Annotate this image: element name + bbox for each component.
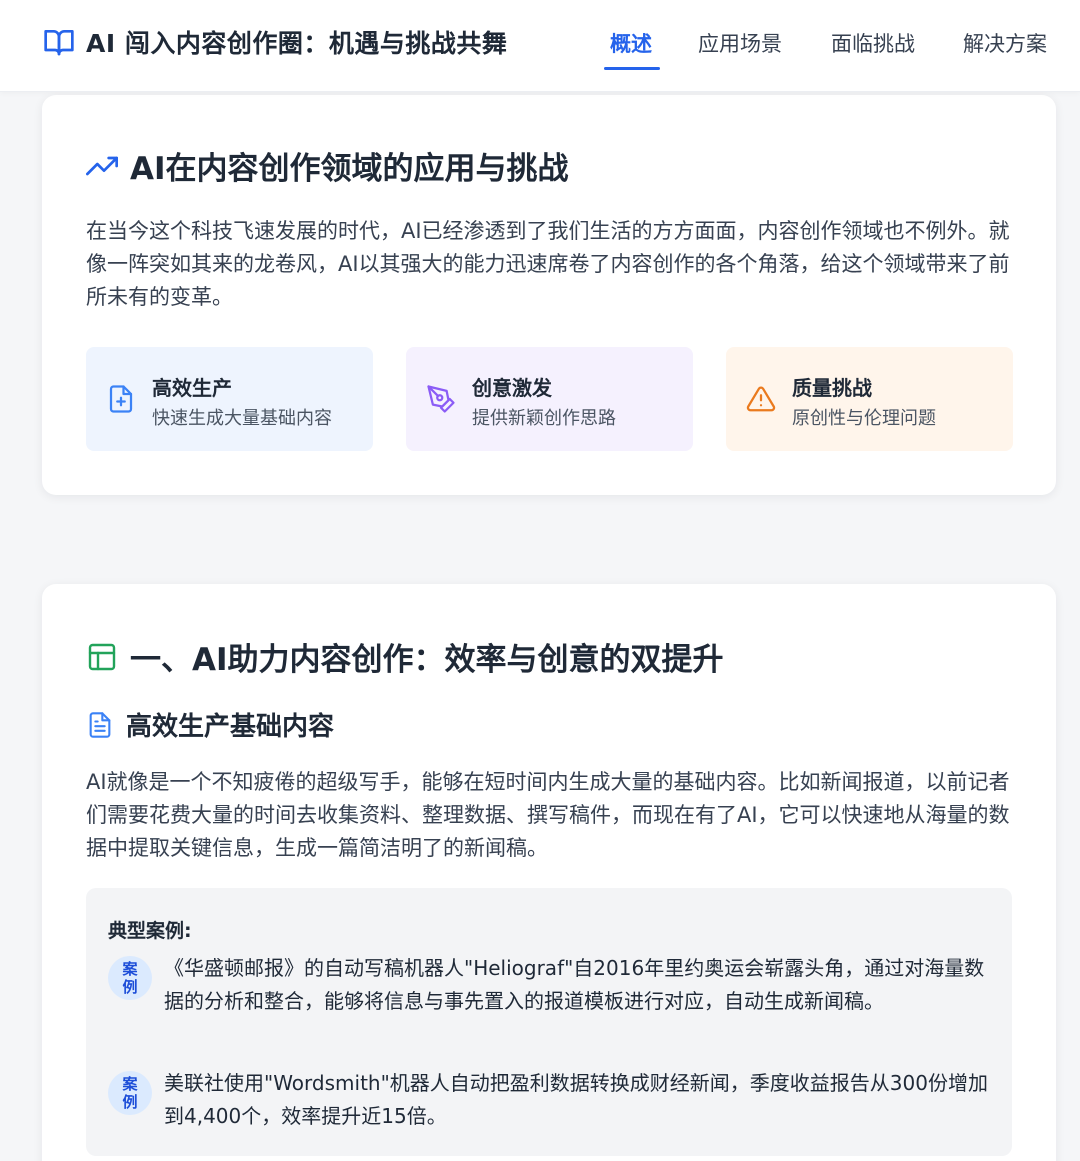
overview-card: AI在内容创作领域的应用与挑战 在当今这个科技飞速发展的时代，AI已经渗透到了我… — [42, 95, 1056, 495]
page-title: AI 闯入内容创作圈：机遇与挑战共舞 — [86, 29, 508, 58]
subsection-heading: 高效生产基础内容 — [86, 706, 334, 743]
feature-card-efficiency[interactable]: 高效生产 快速生成大量基础内容 — [86, 347, 373, 451]
book-open-icon — [44, 30, 74, 56]
feature-title: 高效生产 — [152, 376, 232, 400]
feature-title: 质量挑战 — [792, 376, 872, 400]
section-title: 一、AI助力内容创作：效率与创意的双提升 — [130, 642, 724, 678]
top-header: AI 闯入内容创作圈：机遇与挑战共舞 概述 应用场景 面临挑战 解决方案 — [0, 0, 1080, 92]
section-ai-assist-card: 一、AI助力内容创作：效率与创意的双提升 高效生产基础内容 AI就像是一个不知疲… — [42, 584, 1056, 1161]
brand[interactable]: AI 闯入内容创作圈：机遇与挑战共舞 — [43, 24, 507, 60]
feature-desc: 提供新颖创作思路 — [472, 408, 616, 429]
case-text: 《华盛顿邮报》的自动写稿机器人"Heliograf"自2016年里约奥运会崭露头… — [164, 956, 985, 1013]
trending-up-icon — [86, 156, 118, 175]
file-plus-icon — [109, 385, 133, 413]
nav-solutions[interactable]: 解决方案 — [963, 28, 1047, 58]
layout-icon — [88, 643, 116, 670]
case-heading: 典型案例: — [108, 920, 192, 942]
feature-desc: 原创性与伦理问题 — [792, 408, 936, 429]
feature-card-quality[interactable]: 质量挑战 原创性与伦理问题 — [726, 347, 1013, 451]
feature-title: 创意激发 — [472, 376, 552, 400]
nav-active-indicator — [604, 67, 660, 70]
overview-intro: 在当今这个科技飞速发展的时代，AI已经渗透到了我们生活的方方面面，内容创作领域也… — [86, 219, 1010, 309]
section-heading: 一、AI助力内容创作：效率与创意的双提升 — [86, 634, 724, 679]
overview-title: AI在内容创作领域的应用与挑战 — [130, 151, 569, 187]
nav-overview[interactable]: 概述 — [610, 28, 652, 58]
case-badge: 案例 — [108, 956, 152, 1000]
alert-triangle-icon — [746, 386, 776, 412]
section-body: AI就像是一个不知疲倦的超级写手，能够在短时间内生成大量的基础内容。比如新闻报道… — [86, 770, 1010, 860]
subsection-title: 高效生产基础内容 — [126, 712, 335, 742]
file-text-icon — [89, 711, 111, 738]
case-text: 美联社使用"Wordsmith"机器人自动把盈利数据转换成财经新闻，季度收益报告… — [164, 1071, 988, 1128]
feature-card-creativity[interactable]: 创意激发 提供新颖创作思路 — [406, 347, 693, 451]
case-badge: 案例 — [108, 1071, 152, 1115]
case-study-box: 典型案例: 案例 《华盛顿邮报》的自动写稿机器人"Heliograf"自2016… — [86, 888, 1012, 1156]
nav-challenges[interactable]: 面临挑战 — [831, 28, 915, 58]
nav-scenarios[interactable]: 应用场景 — [698, 28, 782, 58]
overview-heading: AI在内容创作领域的应用与挑战 — [86, 143, 569, 188]
pen-tool-icon — [427, 385, 455, 413]
feature-desc: 快速生成大量基础内容 — [152, 408, 332, 429]
